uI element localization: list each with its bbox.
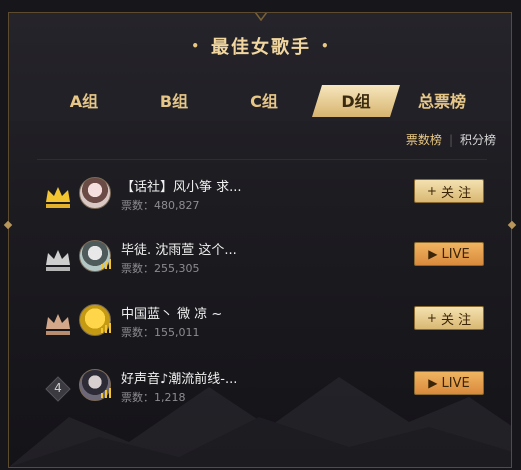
list-divider <box>37 159 487 160</box>
rank-number: 4 <box>54 381 62 395</box>
live-signal-icon <box>101 388 111 398</box>
follow-button[interactable]: + 关 注 <box>414 179 484 203</box>
list-item: 中国蓝丶 微 凉 ~ 票数：155,011 + 关 注 <box>9 300 511 350</box>
tab-d[interactable]: D组 <box>321 83 391 121</box>
best-female-singer-panel: • 最佳女歌手 • A组 B组 C组 D组 总票榜 票数榜 | 积分榜 【话社】… <box>8 12 512 468</box>
live-signal-icon <box>101 259 111 269</box>
sort-by-points[interactable]: 积分榜 <box>460 131 496 148</box>
sort-separator: | <box>448 132 453 147</box>
vote-count: 票数：480,827 <box>121 199 200 212</box>
gold-crown-icon <box>46 187 70 208</box>
live-button-label: LIVE <box>441 246 470 262</box>
live-button[interactable]: ▶ LIVE <box>414 242 484 266</box>
vote-count: 票数：155,011 <box>121 326 200 339</box>
panel-title: • 最佳女歌手 • <box>9 13 511 79</box>
singer-name[interactable]: 中国蓝丶 微 凉 ~ <box>121 303 222 322</box>
singer-name[interactable]: 好声音♪潮流前线-... <box>121 368 237 387</box>
silver-crown-icon <box>46 250 70 271</box>
list-item: 4 好声音♪潮流前线-... 票数：1,218 ▶ LIVE <box>9 365 511 415</box>
bronze-crown-icon <box>46 314 70 335</box>
vote-count: 票数：255,305 <box>121 262 200 275</box>
live-button-label: LIVE <box>441 375 470 391</box>
tab-a[interactable]: A组 <box>49 83 119 121</box>
title-text: 最佳女歌手 <box>211 37 311 58</box>
avatar[interactable] <box>79 177 111 209</box>
follow-button[interactable]: + 关 注 <box>414 306 484 330</box>
singer-name[interactable]: 【话社】风小筝 求... <box>121 176 242 195</box>
sort-switch: 票数榜 | 积分榜 <box>406 131 496 148</box>
title-dot-right: • <box>321 39 331 53</box>
plus-icon: + <box>426 184 437 198</box>
live-button[interactable]: ▶ LIVE <box>414 371 484 395</box>
sort-by-votes[interactable]: 票数榜 <box>406 131 442 148</box>
tab-total[interactable]: 总票榜 <box>407 83 477 121</box>
singer-name[interactable]: 毕徒. 沈雨萱 这个... <box>121 239 237 258</box>
vote-count: 票数：1,218 <box>121 391 186 404</box>
list-item: 毕徒. 沈雨萱 这个... 票数：255,305 ▶ LIVE <box>9 236 511 286</box>
group-tabs: A组 B组 C组 D组 总票榜 <box>9 83 511 121</box>
title-dot-left: • <box>191 39 201 53</box>
tab-c[interactable]: C组 <box>229 83 299 121</box>
plus-icon: + <box>426 311 437 325</box>
tab-b[interactable]: B组 <box>139 83 209 121</box>
follow-button-label: 关 注 <box>440 185 472 201</box>
live-signal-icon <box>101 323 111 333</box>
play-icon: ▶ <box>428 247 438 261</box>
list-item: 【话社】风小筝 求... 票数：480,827 + 关 注 <box>9 173 511 223</box>
play-icon: ▶ <box>428 376 438 390</box>
follow-button-label: 关 注 <box>440 312 472 328</box>
